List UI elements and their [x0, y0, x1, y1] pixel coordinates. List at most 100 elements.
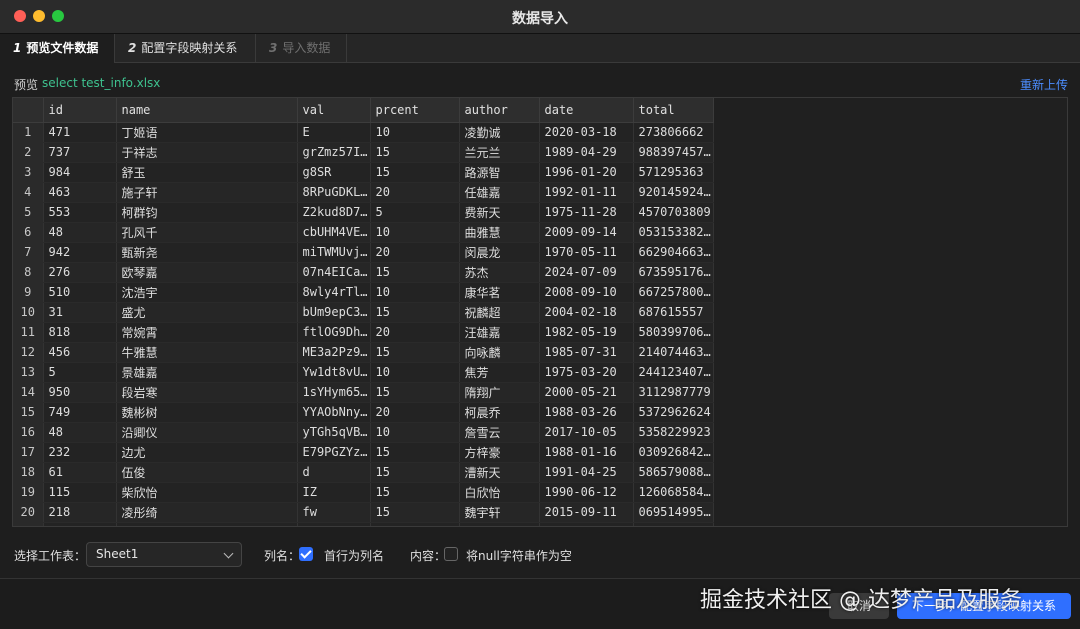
table-cell-date: 1996-01-20: [539, 162, 634, 183]
column-header[interactable]: prcent: [370, 98, 460, 123]
table-row[interactable]: 16 48 沿卿仪 yTGh5qVB… 10 詹雪云 2017-10-05 535822992…: [13, 422, 714, 443]
table-cell-author: 曲雅慧: [459, 222, 540, 243]
table-cell-author: 鲍琴嘉: [459, 522, 540, 526]
row-number-cell: 13: [13, 362, 44, 383]
table-cell-total: 5358229923: [633, 422, 714, 443]
table-cell-name: 孔风千: [116, 222, 298, 243]
table-row[interactable]: 1 471 丁姬语 E 10 凌勤诚 2020-03-18 273806662: [13, 122, 714, 143]
table-cell-total: 673595176…: [633, 262, 714, 283]
table-cell-author: 白欣怡: [459, 482, 540, 503]
table-cell-date: 2009-09-14: [539, 222, 634, 243]
table-row[interactable]: 3 984 舒玉 g8SR 15 路源智 1996-01-20 571295363: [13, 162, 714, 183]
table-cell-val: YYAObNny…: [297, 402, 371, 423]
table-cell-prcent: 15: [370, 382, 460, 403]
table-cell-author: 詹雪云: [459, 422, 540, 443]
table-row[interactable]: 10 31 盛尤 bUm9epC3… 15 祝麟超 2004-02-18 687615557: [13, 302, 714, 323]
table-row[interactable]: 11 818 常婉霄 ftlOG9Dh… 20 汪雄嘉 1982-05-19 58039970…: [13, 322, 714, 343]
row-number-cell: 10: [13, 302, 44, 323]
row-number-cell: 3: [13, 162, 44, 183]
table-row[interactable]: 12 456 牛雅慧 ME3a2Pz9… 15 向咏麟 1985-07-31 21407446…: [13, 342, 714, 363]
table-row[interactable]: 4 463 施子轩 8RPuGDKL… 20 任雄嘉 1992-01-11 920145924…: [13, 182, 714, 203]
column-header[interactable]: id: [43, 98, 117, 123]
table-cell-author: 凌勤诚: [459, 122, 540, 143]
table-cell-total: 667257800…: [633, 282, 714, 303]
table-row[interactable]: 8 276 欧琴嘉 07n4EICa… 15 苏杰 2024-07-09 673595176…: [13, 262, 714, 283]
table-cell-total: 586579088…: [633, 462, 714, 483]
table-cell-id: 471: [43, 122, 117, 143]
table-cell-prcent: 15: [370, 462, 460, 483]
row-number-cell: 2: [13, 142, 44, 163]
row-number-cell: 19: [13, 482, 44, 503]
table-row[interactable]: 21349杨伟obT48gu0…20鲍琴嘉2023-11-27146552268…: [13, 522, 714, 526]
table-row[interactable]: 19 115 柴欣怡 IZ 15 白欣怡 1990-06-12 126068584…: [13, 482, 714, 503]
table-row[interactable]: 14 950 段岩寒 1sYHym65… 15 隋翔广 2000-05-21 31129877…: [13, 382, 714, 403]
table-row[interactable]: 17 232 边尤 E79PGZYz… 15 方梓豪 1988-01-16 030926842…: [13, 442, 714, 463]
table-cell-prcent: 15: [370, 142, 460, 163]
reupload-link[interactable]: 重新上传: [1020, 76, 1068, 93]
table-row[interactable]: 13 5 景雄嘉 Yw1dt8vU… 10 焦芳 1975-03-20 244123407…: [13, 362, 714, 383]
table-cell-prcent: 15: [370, 502, 460, 523]
table-cell-date: 2024-07-09: [539, 262, 634, 283]
table-cell-date: 2000-05-21: [539, 382, 634, 403]
data-preview-grid[interactable]: id name val prcent author date total 1 47…: [12, 97, 1068, 527]
row-number-cell: 6: [13, 222, 44, 243]
table-cell-author: 方梓豪: [459, 442, 540, 463]
table-cell-prcent: 20: [370, 322, 460, 343]
row-number-cell: 21: [13, 522, 44, 526]
table-cell-total: 214074463…: [633, 342, 714, 363]
table-cell-prcent: 15: [370, 482, 460, 503]
table-cell-total: 273806662: [633, 122, 714, 143]
table-cell-name: 丁姬语: [116, 122, 298, 143]
row-number-cell: 1: [13, 122, 44, 143]
table-cell-id: 48: [43, 222, 117, 243]
table-cell-total: 5372962624: [633, 402, 714, 423]
tab-number: 3: [269, 41, 278, 55]
column-header[interactable]: date: [539, 98, 634, 123]
table-cell-name: 沈浩宇: [116, 282, 298, 303]
table-row[interactable]: 9 510 沈浩宇 8wly4rTl… 10 康华茗 2008-09-10 667257800…: [13, 282, 714, 303]
table-row[interactable]: 5 553 柯群钧 Z2kud8D7… 5 费新天 1975-11-28 4570703809: [13, 202, 714, 223]
column-header[interactable]: author: [459, 98, 540, 123]
table-cell-val: Z2kud8D7…: [297, 202, 371, 223]
table-cell-total: 662904663…: [633, 242, 714, 263]
table-cell-author: 向咏麟: [459, 342, 540, 363]
table-row[interactable]: 15 749 魏彬树 YYAObNny… 20 柯晨乔 1988-03-26 53729626…: [13, 402, 714, 423]
table-cell-date: 1982-05-19: [539, 322, 634, 343]
table-cell-date: 1989-04-29: [539, 142, 634, 163]
first-row-header-checkbox[interactable]: [299, 547, 313, 561]
table-row[interactable]: 7 942 甄新尧 miTWMUvj… 20 闵晨龙 1970-05-11 662904663…: [13, 242, 714, 263]
table-row[interactable]: 18 61 伍俊 d 15 漕新天 1991-04-25 586579088…: [13, 462, 714, 483]
window-title: 数据导入: [512, 11, 568, 27]
column-header[interactable]: total: [633, 98, 714, 123]
tab-field-mapping[interactable]: 2 配置字段映射关系: [115, 34, 256, 63]
column-header[interactable]: val: [297, 98, 371, 123]
table-cell-id: 749: [43, 402, 117, 423]
table-cell-val: 8RPuGDKL…: [297, 182, 371, 203]
null-as-empty-checkbox[interactable]: [444, 547, 458, 561]
table-cell-date: 1992-01-11: [539, 182, 634, 203]
table-cell-total: 069514995…: [633, 502, 714, 523]
table-cell-name: 伍俊: [116, 462, 298, 483]
table-row[interactable]: 2 737 于祥志 grZmz57I… 15 兰元兰 1989-04-29 988397457…: [13, 142, 714, 163]
table-cell-total: 687615557: [633, 302, 714, 323]
table-cell-prcent: 20: [370, 182, 460, 203]
row-number-cell: 15: [13, 402, 44, 423]
table-cell-val: bUm9epC3…: [297, 302, 371, 323]
content-label: 内容：: [410, 549, 447, 563]
table-cell-prcent: 10: [370, 362, 460, 383]
table-cell-val: IZ: [297, 482, 371, 503]
table-row[interactable]: 6 48 孔风千 cbUHM4VE… 10 曲雅慧 2009-09-14 053153382…: [13, 222, 714, 243]
table-cell-total: 146552268…: [633, 522, 714, 526]
title-bar: 数据导入: [0, 0, 1080, 34]
tab-preview-file[interactable]: 1 预览文件数据: [0, 34, 115, 63]
table-cell-name: 沿卿仪: [116, 422, 298, 443]
table-cell-date: 1975-11-28: [539, 202, 634, 223]
sheet-select[interactable]: Sheet1: [86, 542, 242, 567]
table-row[interactable]: 20 218 凌彤绮 fw 15 魏宇轩 2015-09-11 069514995…: [13, 502, 714, 523]
table-cell-id: 48: [43, 422, 117, 443]
table-cell-name: 魏彬树: [116, 402, 298, 423]
table-cell-total: 244123407…: [633, 362, 714, 383]
column-header[interactable]: name: [116, 98, 298, 123]
table-cell-id: 463: [43, 182, 117, 203]
table-cell-val: ftlOG9Dh…: [297, 322, 371, 343]
